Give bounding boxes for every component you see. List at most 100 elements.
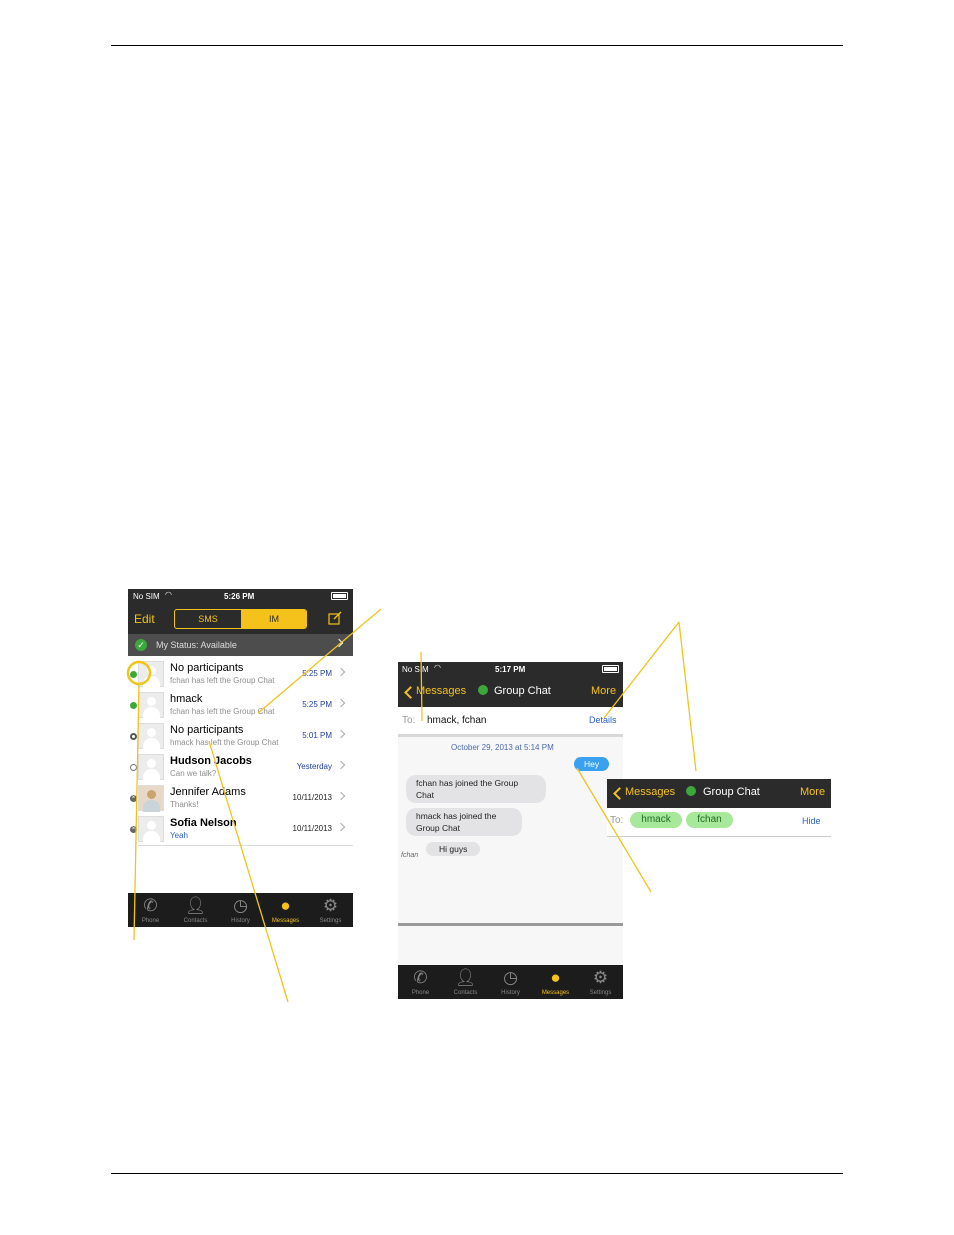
tab-phone[interactable]: ✆ Phone (128, 893, 173, 927)
incoming-message-bubble[interactable]: Hi guys (426, 842, 481, 856)
status-chevron-icon (334, 638, 344, 648)
avatar (138, 692, 164, 719)
avatar (138, 661, 164, 688)
chevron-right-icon (336, 667, 346, 677)
contact-photo (138, 785, 164, 812)
chevron-right-icon (336, 760, 346, 770)
compose-divider (398, 923, 623, 926)
battery-icon (602, 665, 619, 673)
wifi-icon: ◠ (434, 663, 441, 672)
tab-history[interactable]: ◷ History (488, 965, 533, 999)
chat-title: Group Chat (703, 786, 760, 798)
status-bar: No SIM ◠ 5:17 PM (398, 662, 623, 676)
back-button[interactable]: Messages (625, 786, 675, 798)
chat-title: Group Chat (494, 685, 551, 697)
outgoing-message-bubble[interactable]: Hey (574, 757, 610, 771)
offline-status-icon (130, 764, 137, 771)
tab-bar: ✆ Phone 👤︎ Contacts ◷ History ● Messages ⚙ Se… (398, 965, 623, 999)
conversation-row[interactable]: hmack fchan has left the Group Chat 5:25… (130, 690, 353, 722)
conversation-name: No participants (170, 724, 244, 736)
unavailable-status-icon: × (130, 795, 137, 802)
conversation-preview: Thanks! (170, 800, 199, 809)
avatar (138, 816, 164, 843)
to-label: To: (610, 815, 624, 826)
header-rule (111, 45, 843, 46)
edit-button[interactable]: Edit (134, 612, 155, 626)
callout-line (678, 621, 697, 772)
clock-label: 5:26 PM (224, 592, 255, 601)
participant-chip[interactable]: hmack (630, 812, 682, 828)
compose-icon[interactable] (328, 611, 342, 625)
tab-messages[interactable]: ● Messages (533, 965, 578, 999)
conversation-preview: hmack has left the Group Chat (170, 738, 279, 747)
conversation-preview: fchan has left the Group Chat (170, 676, 275, 685)
contacts-icon: 👤︎ (454, 968, 477, 987)
conversation-name: Sofia Nelson (170, 817, 237, 829)
participant-chip[interactable]: fchan (686, 812, 733, 828)
conversation-time: 10/11/2013 (292, 824, 332, 833)
carrier-label: No SIM (402, 665, 429, 674)
battery-icon (331, 592, 348, 600)
conversation-preview: Can we talk? (170, 769, 217, 778)
gear-icon: ⚙ (322, 896, 339, 915)
available-check-icon: ✓ (135, 639, 147, 651)
chevron-right-icon (336, 698, 346, 708)
to-label: To: (402, 715, 416, 726)
my-status-bar[interactable]: ✓ My Status: Available (128, 634, 353, 656)
my-status-label: My Status: Available (156, 640, 237, 650)
group-chat-icon (478, 685, 488, 695)
sms-im-segment: SMS IM (174, 609, 307, 629)
tab-phone[interactable]: ✆ Phone (398, 965, 443, 999)
segment-sms[interactable]: SMS (175, 610, 241, 628)
recipients-separator (398, 734, 623, 737)
gear-icon: ⚙ (592, 968, 609, 987)
group-chat-offline-status-icon (130, 733, 137, 740)
segment-im[interactable]: IM (241, 610, 306, 628)
conversation-time: Yesterday (296, 762, 332, 771)
tab-settings[interactable]: ⚙ Settings (308, 893, 353, 927)
group-chat-status-icon (130, 702, 137, 709)
phone-icon: ✆ (143, 896, 158, 915)
wifi-icon: ◠ (165, 590, 172, 599)
group-chat-screen: No SIM ◠ 5:17 PM Messages Group Chat Mor… (398, 662, 623, 999)
conversation-preview: Yeah (170, 831, 188, 840)
avatar (138, 723, 164, 750)
system-message-bubble: hmack has joined the Group Chat (406, 808, 522, 836)
more-button[interactable]: More (800, 786, 825, 798)
details-button[interactable]: Details (589, 715, 617, 725)
clock-icon: ◷ (503, 968, 518, 987)
tab-contacts[interactable]: 👤︎ Contacts (173, 893, 218, 927)
conversation-name: No participants (170, 662, 244, 674)
group-chat-status-icon (130, 671, 137, 678)
recipients-value: hmack, fchan (427, 715, 487, 726)
conversation-row[interactable]: No participants hmack has left the Group… (130, 721, 353, 753)
conversation-name: Hudson Jacobs (170, 755, 252, 767)
footer-rule (111, 1173, 843, 1174)
unavailable-status-icon: × (130, 826, 137, 833)
conversation-name: Jennifer Adams (170, 786, 246, 798)
chevron-right-icon (336, 822, 346, 832)
status-bar: No SIM ◠ 5:26 PM (128, 589, 353, 603)
more-button[interactable]: More (591, 685, 616, 697)
tab-settings[interactable]: ⚙ Settings (578, 965, 623, 999)
clock-icon: ◷ (233, 896, 248, 915)
tab-history[interactable]: ◷ History (218, 893, 263, 927)
conversation-name: hmack (170, 693, 203, 705)
back-button[interactable]: Messages (416, 685, 466, 697)
conversation-row[interactable]: × Jennifer Adams Thanks! 10/11/2013 (130, 783, 353, 815)
conversation-preview: fchan has left the Group Chat (170, 707, 275, 716)
chevron-right-icon (336, 791, 346, 801)
tab-messages[interactable]: ● Messages (263, 893, 308, 927)
conversation-row[interactable]: No participants fchan has left the Group… (130, 659, 353, 691)
conversation-row[interactable]: × Sofia Nelson Yeah 10/11/2013 (130, 814, 353, 846)
conversation-time: 5:01 PM (302, 731, 332, 740)
conversation-row[interactable]: Hudson Jacobs Can we talk? Yesterday (130, 752, 353, 784)
tab-contacts[interactable]: 👤︎ Contacts (443, 965, 488, 999)
phone-icon: ✆ (413, 968, 428, 987)
system-message-bubble: fchan has joined the Group Chat (406, 775, 546, 803)
speech-bubble-icon: ● (280, 896, 291, 915)
hide-button[interactable]: Hide (802, 816, 821, 826)
carrier-label: No SIM (133, 592, 160, 601)
messages-list-screen: No SIM ◠ 5:26 PM Edit SMS IM ✓ My Status… (128, 589, 353, 927)
avatar (138, 754, 164, 781)
